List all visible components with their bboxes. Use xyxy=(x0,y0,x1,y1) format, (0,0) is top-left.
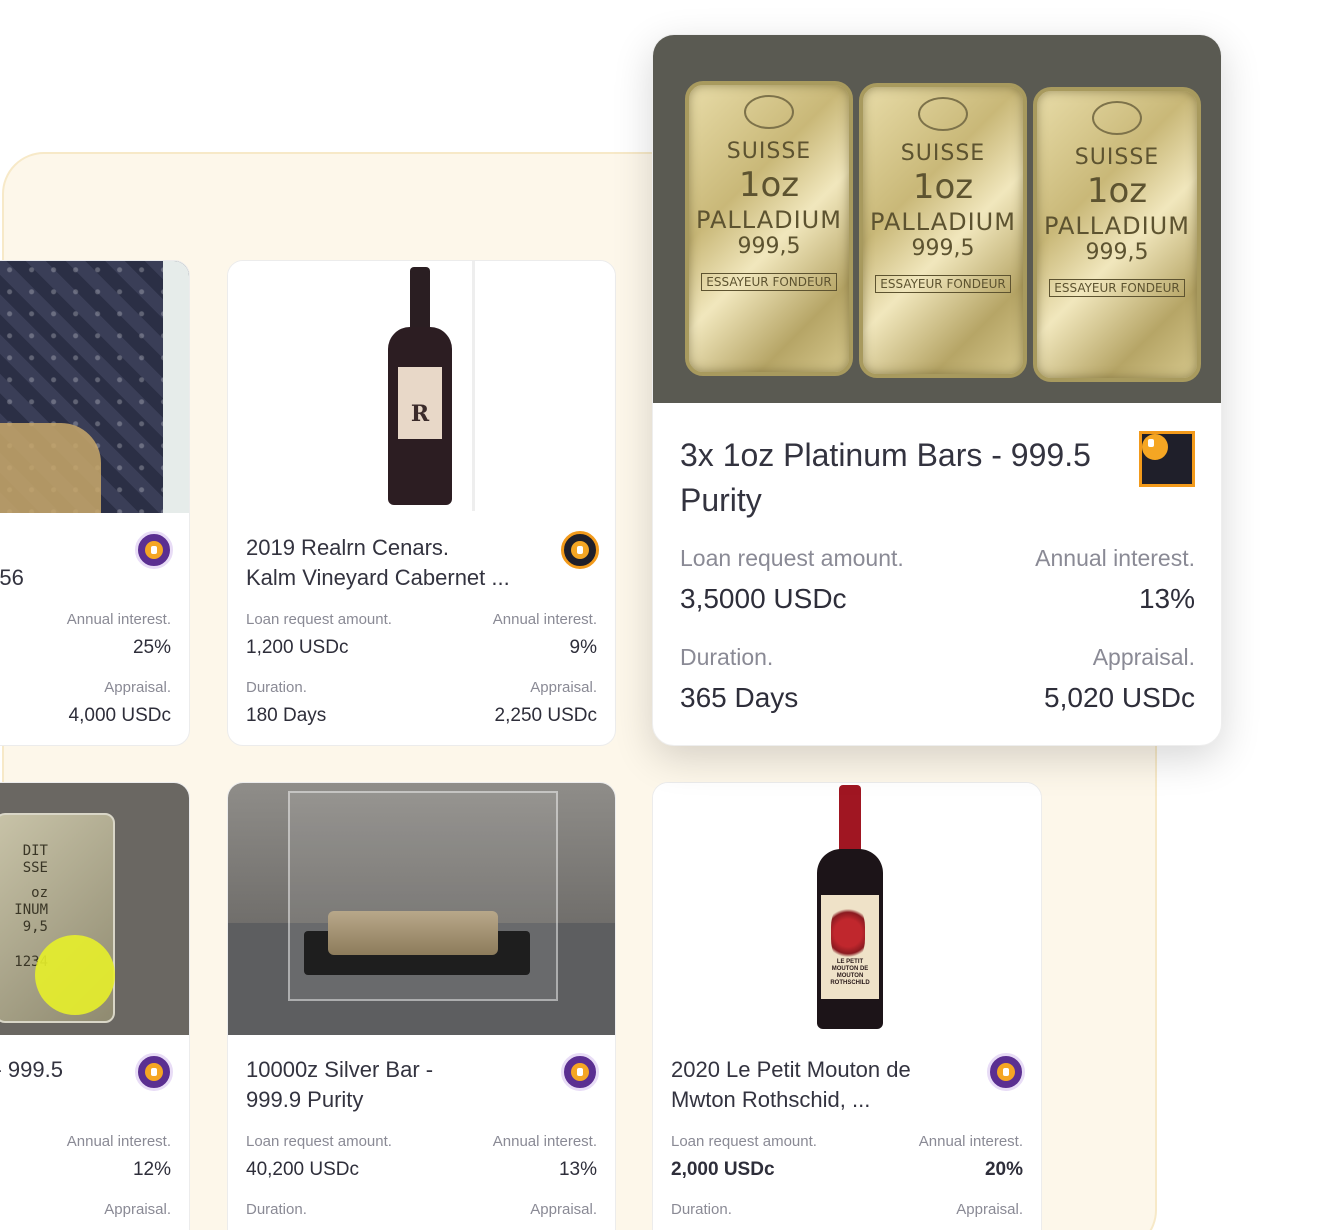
interest-value: 25% xyxy=(132,637,171,658)
featured-listing-image: SUISSE 1oz PALLADIUM 999,5 ESSAYEUR FOND… xyxy=(653,35,1221,403)
listing-image: DIT SSE oz INUM 9,5 1234 xyxy=(0,783,189,1035)
listing-image xyxy=(228,783,615,1035)
interest-value: 13% xyxy=(558,1159,597,1180)
wine-bottle-image: R xyxy=(388,267,452,507)
listing-card[interactable]: 10000z Silver Bar - 999.9 Purity Loan re… xyxy=(227,782,616,1230)
listing-card[interactable]: LE PETIT MOUTON DE MOUTON ROTHSCHILD 202… xyxy=(652,782,1042,1230)
appraisal-label: Appraisal. xyxy=(1092,644,1195,670)
listing-card[interactable]: DIT SSE oz INUM 9,5 1234 r - 999.5 Annua… xyxy=(0,782,190,1230)
bar-text: oz xyxy=(31,885,48,901)
title-line: Mwton Rothschid, ... xyxy=(671,1087,871,1112)
loan-status-icon[interactable] xyxy=(135,531,173,569)
listing-image xyxy=(0,261,189,513)
listing-image: R xyxy=(228,261,615,513)
stage: e 56 Annual interest. 25% Appraisal. 4,0… xyxy=(0,0,1320,1230)
loan-status-icon[interactable] xyxy=(561,531,599,569)
duration-value: 365 Days xyxy=(680,682,799,713)
loan-value: 2,000 USDc xyxy=(671,1159,775,1180)
loan-label: Loan request amount. xyxy=(680,545,904,571)
appraisal-label: Appraisal. xyxy=(530,679,597,696)
title-line: 999.9 Purity xyxy=(246,1087,364,1112)
interest-label: Annual interest. xyxy=(492,611,597,628)
duration-label: Duration. xyxy=(680,644,774,670)
duration-label: Duration. xyxy=(246,679,307,696)
appraisal-value: 4,000 USDc xyxy=(68,705,171,726)
title-line: 2019 Realrn Cenars. xyxy=(246,535,450,560)
bar-text: SSE xyxy=(22,860,48,876)
listing-title: 2020 Le Petit Mouton de Mwton Rothschid,… xyxy=(671,1055,971,1115)
bar-text: DIT xyxy=(22,843,48,859)
listing-title: 2019 Realrn Cenars. Kalm Vineyard Cabern… xyxy=(246,533,545,593)
listing-image: LE PETIT MOUTON DE MOUTON ROTHSCHILD xyxy=(653,783,1041,1035)
listing-title: r - 999.5 xyxy=(0,1057,63,1082)
bar-text: INUM xyxy=(14,902,48,918)
interest-label: Annual interest. xyxy=(1035,545,1195,571)
interest-label: Annual interest. xyxy=(918,1133,1023,1150)
title-line: 3x 1oz Platinum Bars - 999.5 xyxy=(680,437,1091,473)
loan-label: Loan request amount. xyxy=(246,611,392,628)
palladium-bar: SUISSE 1oz PALLADIUM 999,5 ESSAYEUR FOND… xyxy=(1033,87,1201,382)
appraisal-label: Appraisal. xyxy=(104,1201,171,1218)
interest-value: 9% xyxy=(569,637,597,658)
wine-bottle-image: LE PETIT MOUTON DE MOUTON ROTHSCHILD xyxy=(817,785,883,1029)
interest-value: 12% xyxy=(132,1159,171,1180)
listing-title: 10000z Silver Bar - 999.9 Purity xyxy=(246,1055,545,1115)
title-line: 10000z Silver Bar - xyxy=(246,1057,434,1082)
loan-status-icon[interactable] xyxy=(561,1053,599,1091)
appraisal-value: 2,250 USDc xyxy=(494,705,597,726)
featured-listing-card[interactable]: SUISSE 1oz PALLADIUM 999,5 ESSAYEUR FOND… xyxy=(652,34,1222,746)
bar-text: 9,5 xyxy=(22,919,48,935)
cursor-highlight xyxy=(35,935,115,1015)
loan-value: 1,200 USDc xyxy=(246,637,349,658)
loan-value: 40,200 USDc xyxy=(246,1159,360,1180)
interest-label: Annual interest. xyxy=(492,1133,597,1150)
duration-value: 180 Days xyxy=(246,705,327,726)
duration-label: Duration. xyxy=(246,1201,307,1218)
title-line: 2020 Le Petit Mouton de xyxy=(671,1057,911,1082)
palladium-bar: SUISSE 1oz PALLADIUM 999,5 ESSAYEUR FOND… xyxy=(685,81,853,376)
loan-value: 3,5000 USDc xyxy=(680,583,847,614)
loan-status-icon[interactable] xyxy=(1139,431,1195,487)
listing-card[interactable]: R 2019 Realrn Cenars. Kalm Vineyard Cabe… xyxy=(227,260,616,746)
interest-label: Annual interest. xyxy=(66,611,171,628)
duration-label: Duration. xyxy=(671,1201,732,1218)
title-line: Purity xyxy=(680,482,762,518)
palladium-bar: SUISSE 1oz PALLADIUM 999,5 ESSAYEUR FOND… xyxy=(859,83,1027,378)
appraisal-label: Appraisal. xyxy=(956,1201,1023,1218)
loan-status-icon[interactable] xyxy=(987,1053,1025,1091)
interest-value: 20% xyxy=(984,1159,1023,1180)
interest-value: 13% xyxy=(1138,583,1195,614)
featured-listing-title: 3x 1oz Platinum Bars - 999.5 Purity xyxy=(680,433,1120,523)
loan-label: Loan request amount. xyxy=(246,1133,392,1150)
appraisal-value: 5,020 USDc xyxy=(1044,682,1195,713)
appraisal-label: Appraisal. xyxy=(530,1201,597,1218)
listing-card[interactable]: e 56 Annual interest. 25% Appraisal. 4,0… xyxy=(0,260,190,746)
loan-status-icon[interactable] xyxy=(135,1053,173,1091)
interest-label: Annual interest. xyxy=(66,1133,171,1150)
title-line: Kalm Vineyard Cabernet ... xyxy=(246,565,510,590)
listing-title: e 56 xyxy=(0,565,24,590)
appraisal-label: Appraisal. xyxy=(104,679,171,696)
loan-label: Loan request amount. xyxy=(671,1133,817,1150)
